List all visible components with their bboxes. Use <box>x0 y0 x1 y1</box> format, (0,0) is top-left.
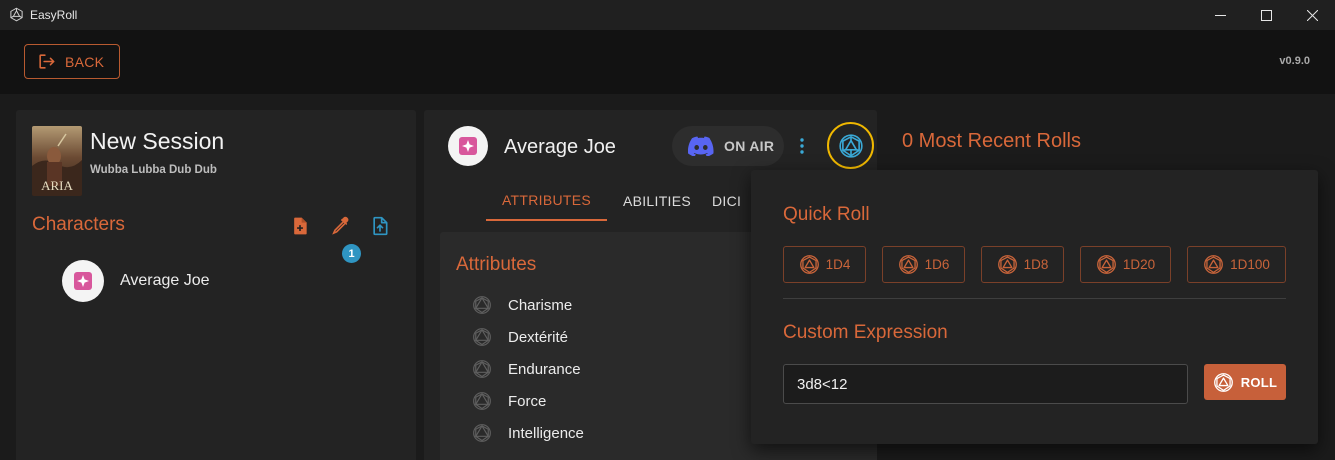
die-label: 1D8 <box>1023 257 1049 272</box>
on-air-label: ON AIR <box>724 138 775 154</box>
app-header: BACK v0.9.0 <box>0 30 1335 94</box>
kebab-menu-icon <box>800 138 804 154</box>
window-title: EasyRoll <box>30 8 78 22</box>
attribute-row[interactable]: Force <box>472 389 546 413</box>
logout-icon <box>39 54 55 69</box>
roll-1d100-button[interactable]: 1D100 <box>1187 246 1286 283</box>
character-name: Average Joe <box>120 272 210 289</box>
characters-heading: Characters <box>32 214 125 235</box>
maximize-icon <box>1260 9 1272 21</box>
attribute-name: Dextérité <box>508 328 569 346</box>
roll-1d6-button[interactable]: 1D6 <box>882 246 965 283</box>
die-label: 1D20 <box>1122 257 1156 272</box>
attribute-row[interactable]: Endurance <box>472 357 581 381</box>
file-plus-icon <box>294 217 307 235</box>
back-label: BACK <box>65 53 105 70</box>
dice-roll-popup: Quick Roll 1D4 1D6 1D8 1D20 1D100 Custom… <box>751 170 1318 444</box>
back-button[interactable]: BACK <box>24 44 120 79</box>
version-label: v0.9.0 <box>1279 55 1310 67</box>
custom-expression-input[interactable] <box>783 364 1188 404</box>
d20-icon <box>1204 255 1223 274</box>
session-cover-image: ARIA <box>32 126 82 196</box>
d20-icon <box>838 133 863 158</box>
roll-button[interactable]: ROLL <box>1204 364 1286 400</box>
d20-icon <box>473 392 491 410</box>
tab-attributes[interactable]: ATTRIBUTES <box>486 180 607 221</box>
eyedropper-icon <box>332 216 349 235</box>
attributes-heading: Attributes <box>456 254 537 275</box>
minimize-icon <box>1214 14 1226 16</box>
close-icon <box>1306 9 1318 21</box>
d20-icon <box>473 296 491 314</box>
character-sheet-name: Average Joe <box>504 136 616 158</box>
attribute-name: Charisme <box>508 296 573 314</box>
d20-icon <box>1213 372 1233 392</box>
session-subtitle: Wubba Lubba Dub Dub <box>90 164 217 176</box>
attribute-row[interactable]: Charisme <box>472 293 572 317</box>
session-panel: ARIA New Session Wubba Lubba Dub Dub Cha… <box>16 110 416 460</box>
roll-1d4-button[interactable]: 1D4 <box>783 246 866 283</box>
die-label: 1D100 <box>1230 257 1270 272</box>
close-button[interactable] <box>1289 0 1335 30</box>
more-options-button[interactable] <box>794 136 810 156</box>
roll-label: ROLL <box>1240 374 1278 390</box>
attribute-name: Intelligence <box>508 424 584 442</box>
d20-icon <box>799 255 819 274</box>
character-list-item[interactable]: Average Joe <box>62 260 392 302</box>
attribute-row[interactable]: Intelligence <box>472 421 584 445</box>
d20-icon <box>473 360 491 378</box>
d20-icon <box>997 255 1017 274</box>
session-title: New Session <box>90 128 225 154</box>
title-bar: EasyRoll <box>0 0 1335 30</box>
dice-roller-toggle[interactable] <box>827 122 874 169</box>
upload-character-button[interactable] <box>368 214 392 238</box>
attribute-name: Endurance <box>508 360 581 378</box>
roll-1d8-button[interactable]: 1D8 <box>981 246 1064 283</box>
character-sheet-avatar <box>448 126 488 166</box>
d20-icon <box>1096 255 1116 274</box>
attribute-name: Force <box>508 392 547 410</box>
d20-icon <box>898 255 918 274</box>
custom-expression-heading: Custom Expression <box>783 322 948 343</box>
roll-1d20-button[interactable]: 1D20 <box>1080 246 1171 283</box>
die-label: 1D6 <box>924 257 950 272</box>
app-logo-icon <box>10 7 23 22</box>
cover-logo-text: ARIA <box>41 178 73 193</box>
d20-icon <box>473 424 491 442</box>
file-upload-icon <box>373 216 388 236</box>
maximize-button[interactable] <box>1243 0 1289 30</box>
minimize-button[interactable] <box>1197 0 1243 30</box>
new-character-button[interactable] <box>288 214 312 238</box>
character-avatar <box>62 260 104 302</box>
die-label: 1D4 <box>825 257 851 272</box>
quick-roll-heading: Quick Roll <box>783 204 870 225</box>
tab-abilities[interactable]: ABILITIES <box>614 180 700 221</box>
d20-icon <box>473 328 491 346</box>
discord-on-air-toggle[interactable]: ON AIR <box>672 126 784 166</box>
attribute-row[interactable]: Dextérité <box>472 325 568 349</box>
recent-rolls-heading: 0 Most Recent Rolls <box>902 130 1081 152</box>
edit-character-button[interactable] <box>328 214 352 238</box>
discord-icon <box>688 136 714 156</box>
divider <box>783 298 1286 299</box>
